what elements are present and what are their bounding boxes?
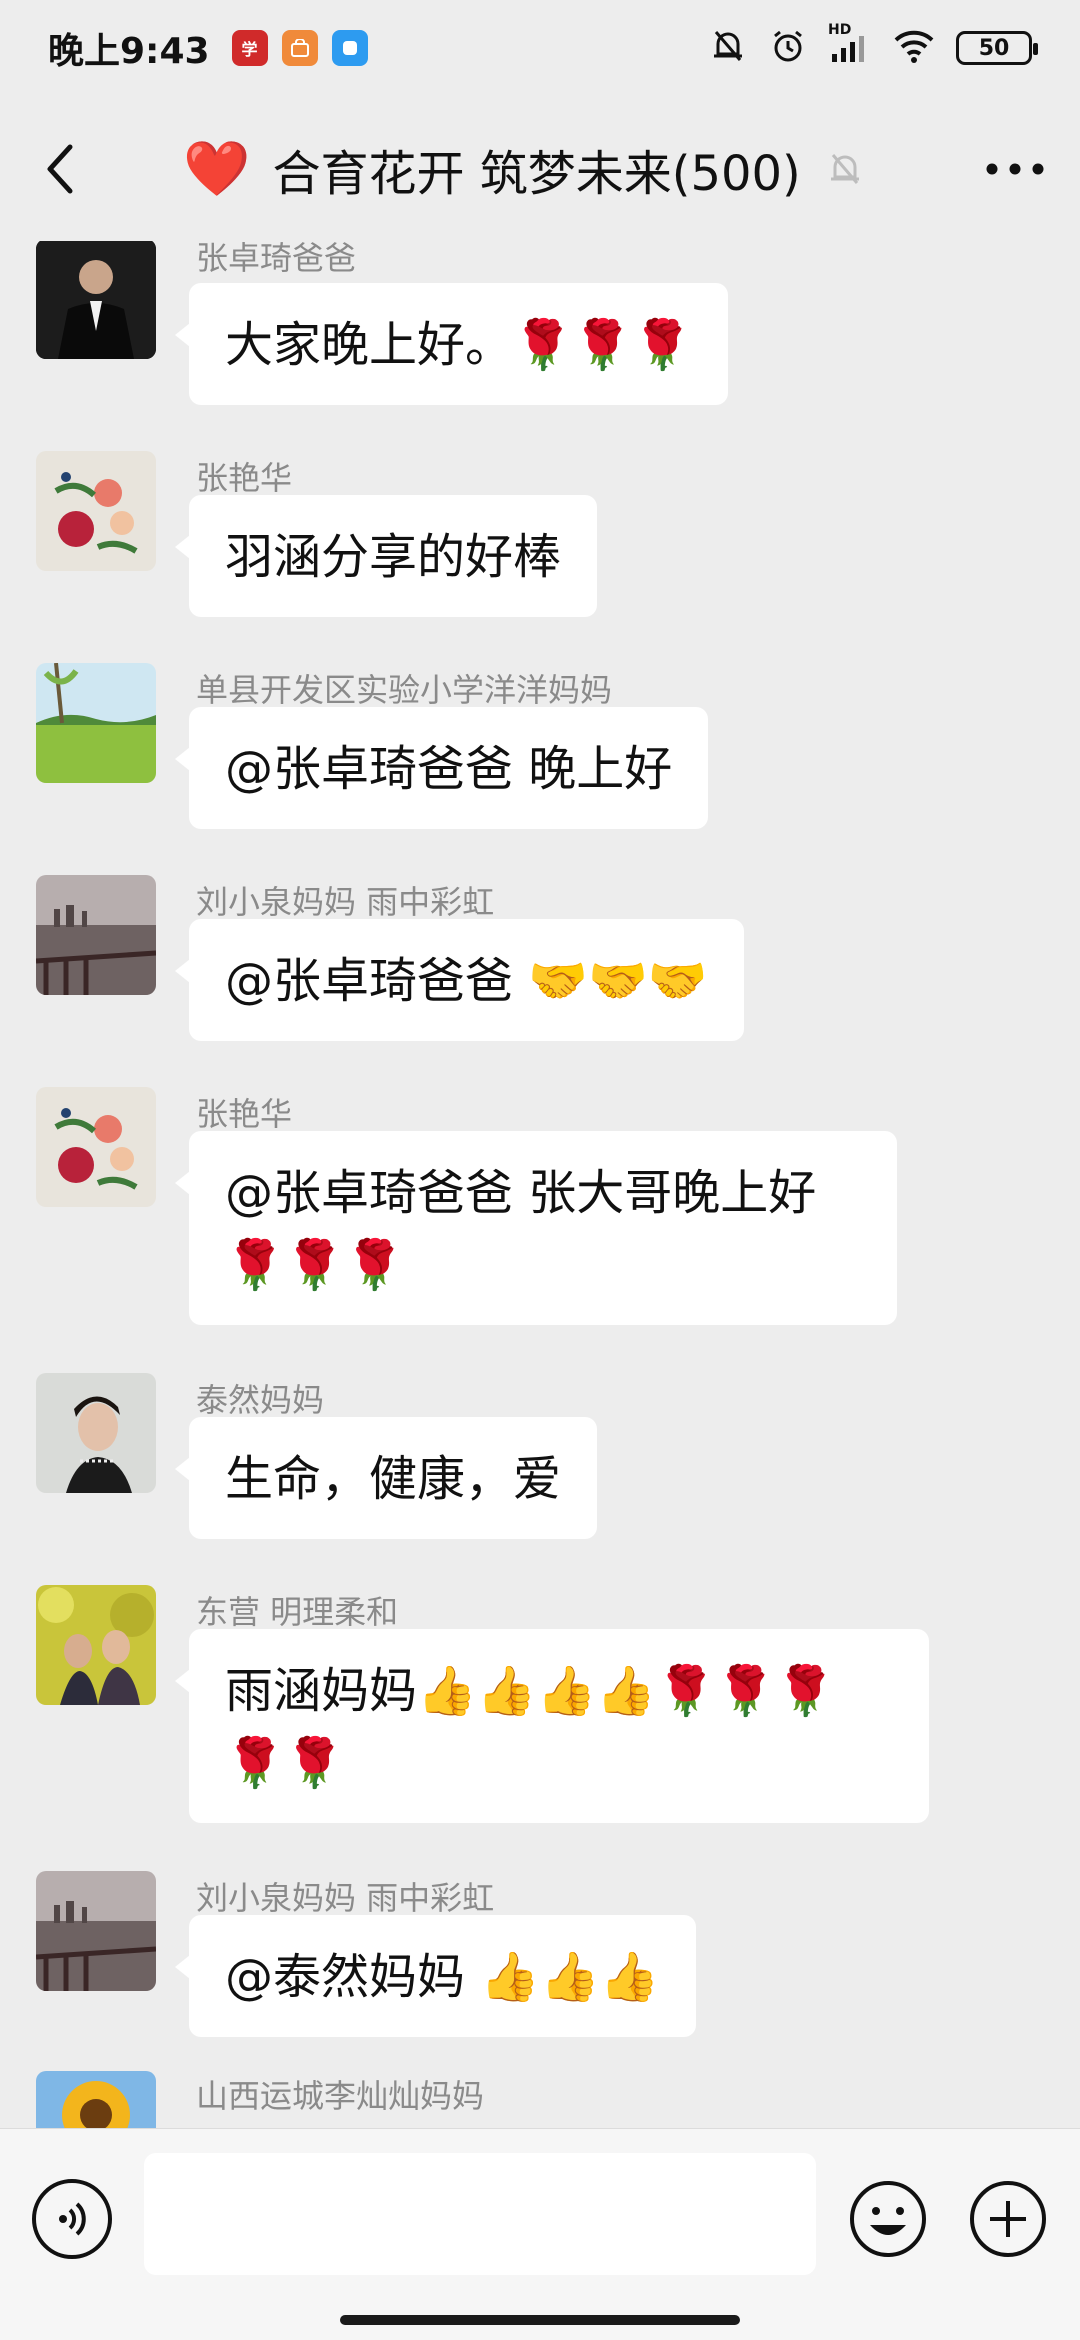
chat-screen: 晚上9:43 学 HD 50 ❤️ 合育花开 筑梦未来(500) 张卓琦爸爸 大… — [0, 0, 1080, 2340]
plus-circle-icon — [970, 2181, 1046, 2257]
avatar-green-field-image — [36, 663, 156, 783]
message-bubble[interactable]: @张卓琦爸爸 晚上好 — [174, 707, 709, 829]
avatar-sunflower-image — [36, 2071, 156, 2128]
avatar-lake-city-image — [36, 875, 156, 995]
avatar-peony-painting-image — [36, 1087, 156, 1207]
voice-waves-icon — [59, 2202, 86, 2236]
hd-badge: HD — [828, 22, 852, 38]
message-bubble[interactable]: 大家晚上好。🌹🌹🌹 — [174, 283, 729, 405]
emoji-button[interactable] — [848, 2179, 928, 2259]
chevron-left-icon — [47, 144, 73, 193]
sender-name: 刘小泉妈妈 雨中彩虹 — [196, 1879, 495, 1917]
avatar[interactable] — [36, 241, 156, 359]
message-list[interactable]: 张卓琦爸爸 大家晚上好。🌹🌹🌹 张艳华 羽涵分享的好棒 单县开发区实验小学洋洋妈… — [0, 241, 1080, 2128]
sender-name: 张艳华 — [196, 1095, 293, 1133]
avatar[interactable] — [36, 1585, 156, 1705]
status-time: 晚上9:43 — [48, 31, 210, 72]
avatar-peony-painting-image — [36, 451, 156, 571]
sender-name: 张卓琦爸爸 — [196, 241, 357, 277]
message-bubble[interactable]: @泰然妈妈 👍👍👍 — [175, 1915, 696, 2037]
more-options-button[interactable] — [950, 109, 1080, 229]
avatar-woman-portrait-image — [36, 1373, 156, 1493]
smiley-face-icon — [850, 2181, 926, 2257]
muted-bell-icon — [830, 153, 859, 184]
wifi-icon — [892, 28, 936, 68]
mute-bell-icon — [708, 26, 748, 70]
sender-name: 刘小泉妈妈 雨中彩虹 — [196, 883, 495, 921]
avatar[interactable] — [36, 1871, 156, 1991]
message-input[interactable] — [144, 2153, 816, 2275]
sender-name: 张艳华 — [196, 459, 293, 497]
chat-header: ❤️ 合育花开 筑梦未来(500) — [0, 96, 1080, 241]
sender-name: 山西运城李灿灿妈妈 — [196, 2077, 485, 2115]
battery-level: 50 — [978, 35, 1010, 61]
group-title[interactable]: ❤️ 合育花开 筑梦未来(500) — [120, 134, 950, 204]
avatar-person-suit-image — [36, 241, 156, 359]
avatar-two-people-image — [36, 1585, 156, 1705]
group-name: 合育花开 筑梦未来(500) — [272, 145, 801, 202]
message-bubble[interactable]: @张卓琦爸爸 🤝🤝🤝 — [175, 919, 744, 1041]
status-bar: 晚上9:43 学 HD 50 — [0, 0, 1080, 96]
more-functions-button[interactable] — [968, 2179, 1048, 2259]
message-bubble[interactable]: 羽涵分享的好棒 — [174, 495, 598, 617]
avatar[interactable] — [36, 2071, 156, 2128]
voice-input-button[interactable] — [32, 2179, 112, 2259]
chat-app-icon — [331, 30, 368, 66]
avatar-lake-city-image — [36, 1871, 156, 1991]
avatar[interactable] — [36, 451, 156, 571]
sender-name: 单县开发区实验小学洋洋妈妈 — [196, 671, 613, 709]
shop-app-icon — [281, 30, 318, 66]
back-button[interactable] — [0, 109, 120, 229]
input-bar — [0, 2128, 1080, 2340]
sender-name: 东营 明理柔和 — [196, 1593, 399, 1631]
battery-indicator: 50 — [956, 31, 1038, 65]
news-app-icon: 学 — [231, 30, 268, 66]
home-indicator[interactable] — [340, 2315, 740, 2325]
sender-name: 泰然妈妈 — [196, 1381, 325, 1419]
avatar[interactable] — [36, 1087, 156, 1207]
message-bubble[interactable]: @张卓琦爸爸 张大哥晚上好🌹🌹🌹 — [175, 1131, 897, 1325]
message-bubble[interactable]: 生命，健康，爱 — [174, 1417, 598, 1539]
avatar[interactable] — [36, 1373, 156, 1493]
signal-hd-icon: HD — [828, 22, 872, 70]
avatar[interactable] — [36, 663, 156, 783]
avatar[interactable] — [36, 875, 156, 995]
alarm-clock-icon — [768, 26, 808, 70]
more-dots-icon — [986, 163, 1044, 174]
message-bubble[interactable]: 雨涵妈妈👍👍👍👍🌹🌹🌹🌹🌹 — [175, 1629, 929, 1823]
heart-emoji: ❤️ — [183, 136, 251, 200]
